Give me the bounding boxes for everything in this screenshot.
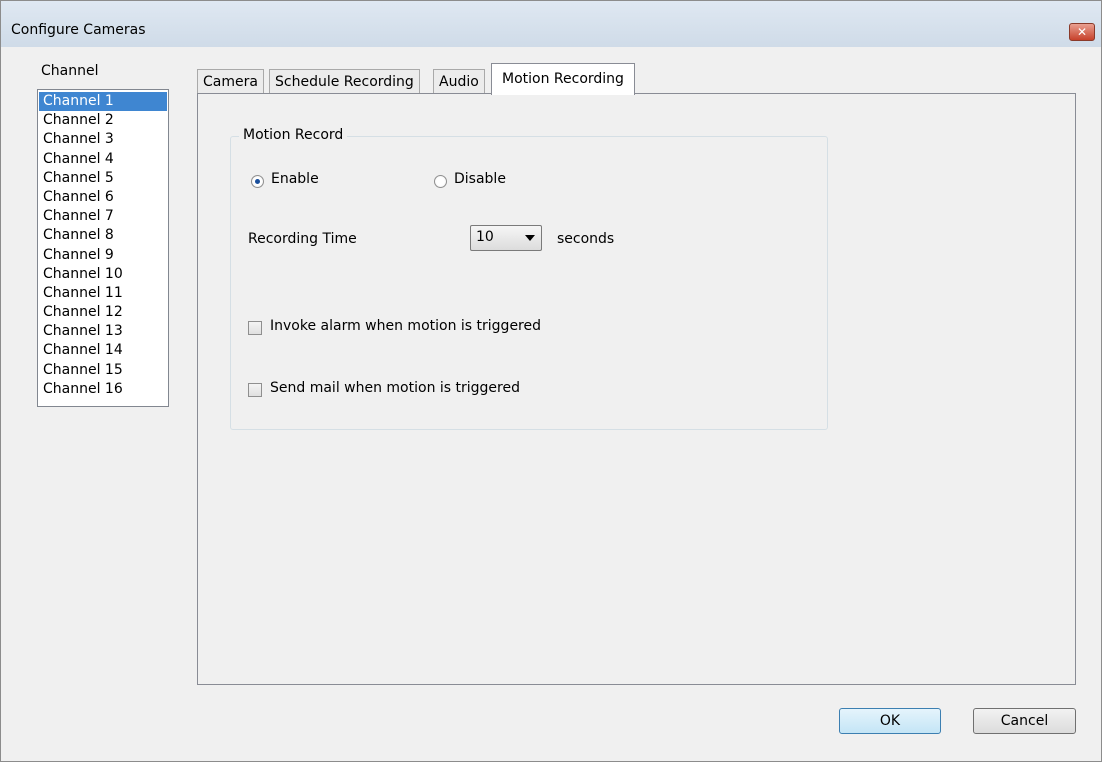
channel-item[interactable]: Channel 15 — [39, 361, 167, 380]
title-bar: Configure Cameras ✕ — [1, 1, 1101, 47]
recording-time-select[interactable]: 10 — [470, 225, 542, 251]
window-title: Configure Cameras — [11, 22, 146, 38]
disable-label: Disable — [454, 171, 506, 187]
send-mail-label: Send mail when motion is triggered — [270, 380, 520, 396]
enable-radio[interactable] — [251, 175, 264, 188]
motion-recording-panel: Motion Record Enable Disable Recording T… — [197, 93, 1076, 685]
channel-item[interactable]: Channel 10 — [39, 265, 167, 284]
channel-item[interactable]: Channel 16 — [39, 380, 167, 399]
channel-item[interactable]: Channel 3 — [39, 130, 167, 149]
recording-time-label: Recording Time — [248, 231, 357, 247]
channel-label: Channel — [41, 63, 99, 79]
channel-list[interactable]: Channel 1 Channel 2 Channel 3 Channel 4 … — [37, 89, 169, 407]
chevron-down-icon — [525, 235, 535, 241]
close-icon: ✕ — [1076, 25, 1088, 39]
channel-item[interactable]: Channel 7 — [39, 207, 167, 226]
invoke-alarm-label: Invoke alarm when motion is triggered — [270, 318, 542, 334]
configure-cameras-dialog: Configure Cameras ✕ Channel Channel 1 Ch… — [0, 0, 1102, 762]
channel-item[interactable]: Channel 1 — [39, 92, 167, 112]
channel-item[interactable]: Channel 6 — [39, 188, 167, 207]
close-button[interactable]: ✕ — [1069, 23, 1095, 41]
channel-item[interactable]: Channel 9 — [39, 246, 167, 265]
invoke-alarm-checkbox[interactable] — [248, 321, 262, 335]
ok-button[interactable]: OK — [839, 708, 941, 734]
group-title: Motion Record — [239, 127, 348, 143]
motion-record-group: Motion Record Enable Disable Recording T… — [230, 127, 828, 430]
recording-time-value: 10 — [476, 229, 494, 245]
enable-label: Enable — [271, 171, 319, 187]
channel-item[interactable]: Channel 14 — [39, 341, 167, 360]
channel-item[interactable]: Channel 11 — [39, 284, 167, 303]
disable-radio[interactable] — [434, 175, 447, 188]
tab-motion-recording[interactable]: Motion Recording — [491, 63, 635, 95]
cancel-button[interactable]: Cancel — [973, 708, 1076, 734]
channel-item[interactable]: Channel 4 — [39, 150, 167, 169]
channel-item[interactable]: Channel 2 — [39, 111, 167, 130]
channel-item[interactable]: Channel 13 — [39, 322, 167, 341]
seconds-label: seconds — [557, 231, 615, 247]
channel-item[interactable]: Channel 5 — [39, 169, 167, 188]
channel-item[interactable]: Channel 8 — [39, 226, 167, 245]
tab-schedule-recording[interactable]: Schedule Recording — [269, 69, 420, 95]
send-mail-checkbox[interactable] — [248, 383, 262, 397]
tab-camera[interactable]: Camera — [197, 69, 264, 95]
channel-item[interactable]: Channel 12 — [39, 303, 167, 322]
tab-audio[interactable]: Audio — [433, 69, 485, 95]
